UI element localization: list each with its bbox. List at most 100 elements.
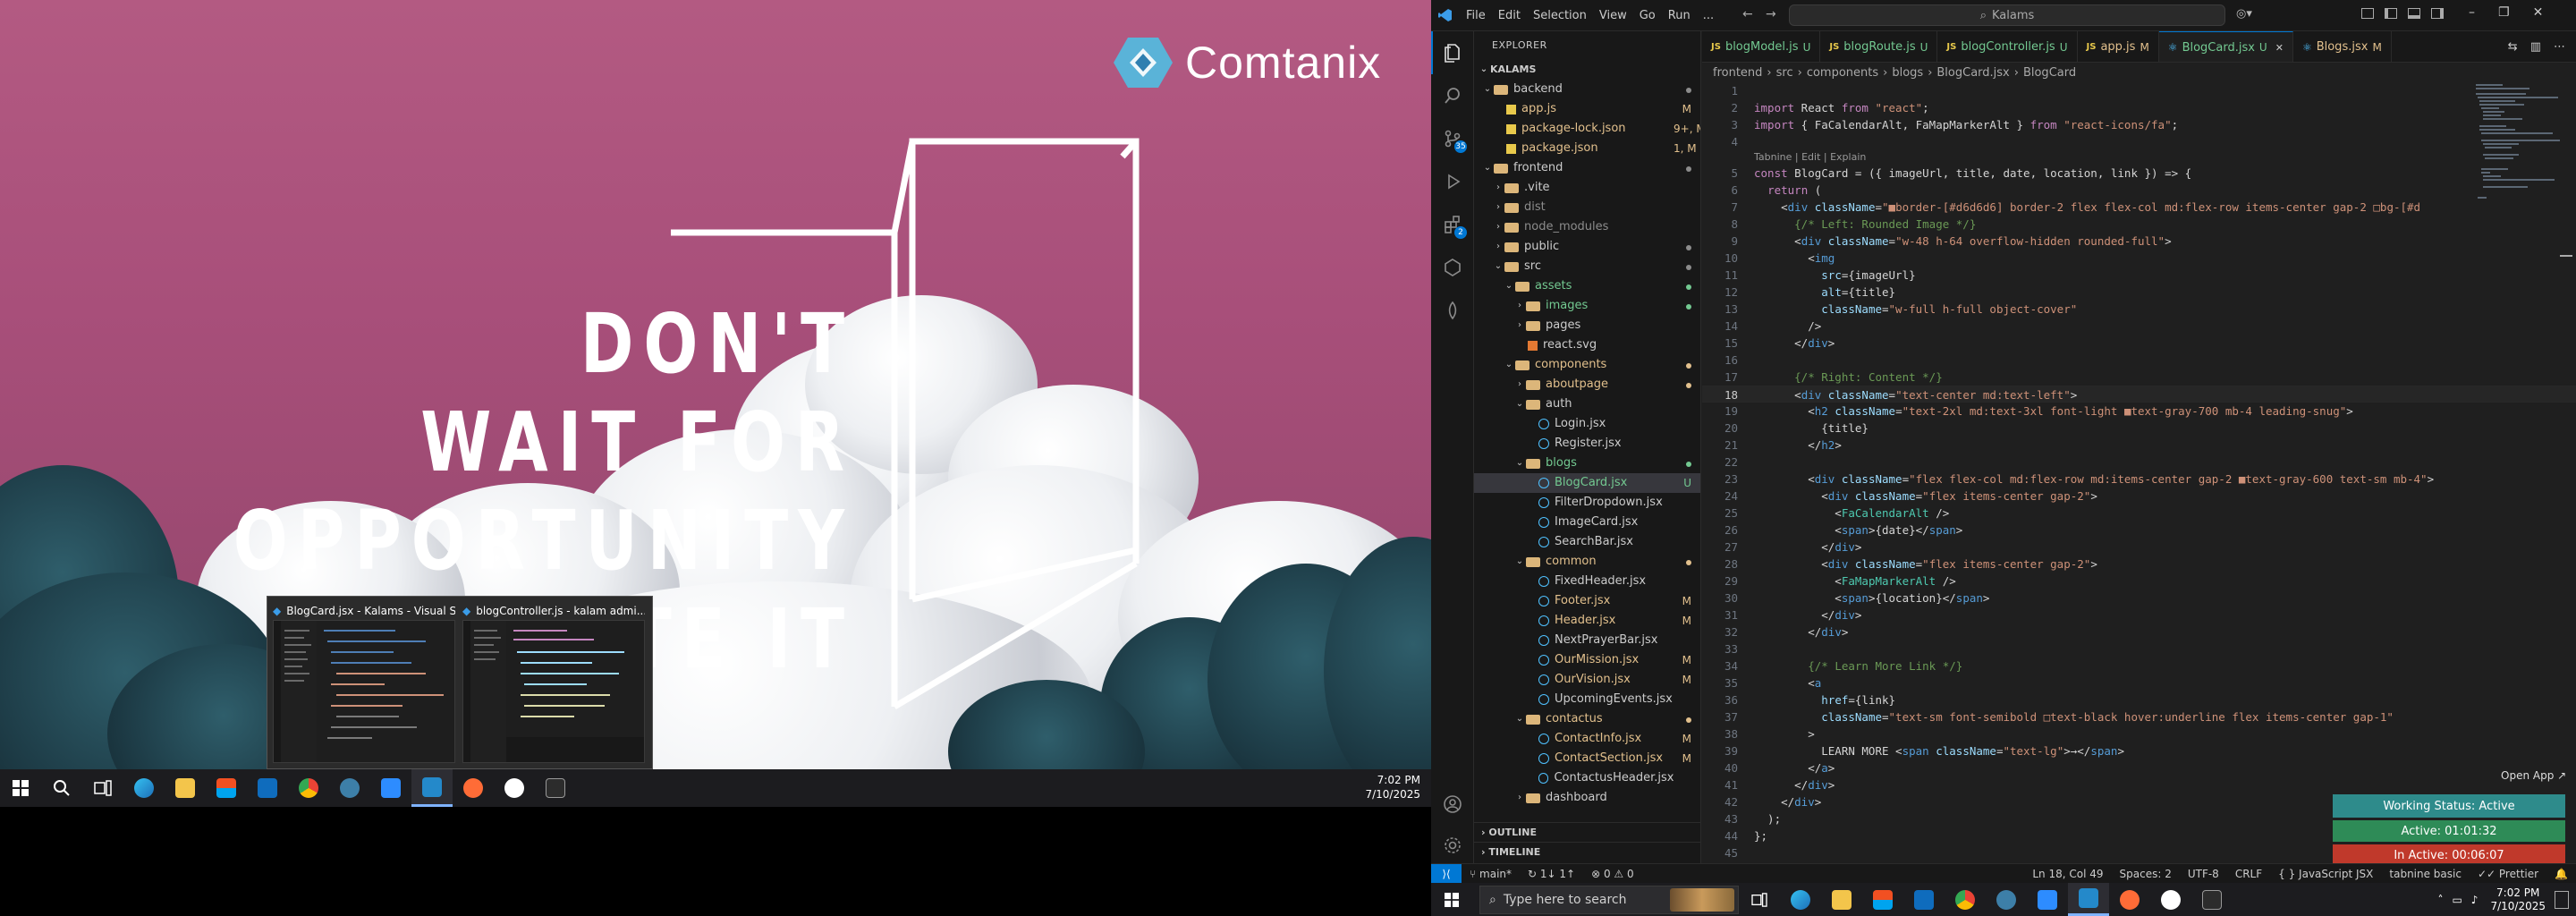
tree-file[interactable]: react.svg xyxy=(1474,335,1700,355)
code-line[interactable]: 22 xyxy=(1702,454,2576,471)
code-line[interactable]: 2 import React from "react"; xyxy=(1702,99,2576,116)
breadcrumb-item[interactable]: BlogCard.jsx xyxy=(1936,66,2009,80)
toggle-secondary-sidebar-icon[interactable] xyxy=(2431,8,2444,19)
code-line[interactable]: 8 {/* Left: Rounded Image */} xyxy=(1702,216,2576,233)
zoom-icon[interactable] xyxy=(370,769,411,807)
tree-folder[interactable]: › public xyxy=(1474,237,1700,257)
outlook-icon[interactable] xyxy=(1903,883,1945,916)
tree-file[interactable]: Register.jsx xyxy=(1474,434,1700,454)
vpn-icon[interactable] xyxy=(494,769,535,807)
code-line[interactable]: 36 href={link} xyxy=(1702,691,2576,708)
tree-file[interactable]: OurVision.jsx M xyxy=(1474,670,1700,690)
code-line[interactable]: 32 </div> xyxy=(1702,623,2576,640)
code-line[interactable]: 11 src={imageUrl} xyxy=(1702,267,2576,284)
minimap[interactable] xyxy=(2474,82,2563,208)
code-line[interactable]: 13 className="w-full h-full object-cover… xyxy=(1702,301,2576,318)
code-line[interactable]: 33 xyxy=(1702,640,2576,657)
settings-gear-icon[interactable] xyxy=(1431,824,1474,867)
system-clock-right[interactable]: 7:02 PM 7/10/2025 xyxy=(2490,886,2546,913)
tree-file[interactable]: Footer.jsx M xyxy=(1474,591,1700,611)
menu-run[interactable]: Run xyxy=(1662,9,1697,22)
close-tab-icon[interactable]: ✕ xyxy=(2275,42,2284,54)
file-explorer-icon[interactable] xyxy=(165,769,206,807)
code-line[interactable]: 34 {/* Learn More Link */} xyxy=(1702,657,2576,674)
postman-icon[interactable] xyxy=(453,769,494,807)
tree-file[interactable]: Login.jsx xyxy=(1474,414,1700,434)
compare-icon[interactable]: ⇆ xyxy=(2508,40,2518,54)
remote-explorer-icon[interactable] xyxy=(1431,246,1474,289)
terminal-icon[interactable] xyxy=(2191,883,2233,916)
code-line[interactable]: 38 > xyxy=(1702,725,2576,742)
chrome-icon[interactable] xyxy=(1945,883,1986,916)
edge-icon[interactable] xyxy=(1780,883,1821,916)
close-icon[interactable]: ✕ xyxy=(2533,5,2544,20)
restore-icon[interactable]: ❐ xyxy=(2498,5,2510,20)
layout-editor-icon[interactable] xyxy=(2361,8,2374,19)
menu-file[interactable]: File xyxy=(1460,9,1492,22)
tree-folder[interactable]: › dashboard xyxy=(1474,788,1700,808)
open-app-link[interactable]: Open App ↗ xyxy=(2501,769,2566,782)
code-line[interactable]: 25 <FaCalendarAlt /> xyxy=(1702,505,2576,522)
code-line[interactable]: 16 xyxy=(1702,352,2576,369)
taskbar-search-box[interactable]: ⌕ Type here to search xyxy=(1479,885,1739,914)
outlook-icon[interactable] xyxy=(247,769,288,807)
chrome-icon[interactable] xyxy=(288,769,329,807)
code-line[interactable]: 30 <span>{location}</span> xyxy=(1702,589,2576,606)
vscode-icon[interactable] xyxy=(411,769,453,807)
code-line[interactable]: 18 <div className="text-center md:text-l… xyxy=(1702,386,2576,403)
git-branch[interactable]: ⑂ main* xyxy=(1462,868,1520,880)
toggle-sidebar-icon[interactable] xyxy=(2385,8,2397,19)
editor-tab[interactable]: JS blogController.js U xyxy=(1937,31,2078,62)
code-line[interactable]: 1 xyxy=(1702,82,2576,99)
code-line[interactable]: 10 <img xyxy=(1702,250,2576,267)
tree-file[interactable]: NextPrayerBar.jsx xyxy=(1474,631,1700,650)
code-line[interactable]: 37 className="text-sm font-semibold □tex… xyxy=(1702,708,2576,725)
tree-folder[interactable]: › .vite xyxy=(1474,178,1700,198)
tabnine-status[interactable]: tabnine basic xyxy=(2381,868,2470,880)
mongodb-icon[interactable] xyxy=(1431,289,1474,332)
thumbnail-window-1[interactable]: ◆ BlogCard.jsx - Kalams - Visual S... xyxy=(273,602,455,763)
tree-folder[interactable]: ⌄ contactus xyxy=(1474,709,1700,729)
git-sync[interactable]: ↻ 1↓ 1↑ xyxy=(1520,868,1583,880)
edge-icon[interactable] xyxy=(123,769,165,807)
tree-folder[interactable]: ⌄ assets xyxy=(1474,276,1700,296)
tree-folder[interactable]: ⌄ components xyxy=(1474,355,1700,375)
code-line[interactable]: 39 LEARN MORE <span className="text-lg">… xyxy=(1702,742,2576,759)
breadcrumb-item[interactable]: components xyxy=(1807,66,1878,80)
code-line[interactable]: 28 <div className="flex items-center gap… xyxy=(1702,556,2576,572)
app-icon[interactable] xyxy=(329,769,370,807)
code-line[interactable]: 24 <div className="flex items-center gap… xyxy=(1702,488,2576,505)
tree-file[interactable]: package-lock.json 9+, M xyxy=(1474,119,1700,139)
start-icon[interactable] xyxy=(0,769,41,807)
store-icon[interactable] xyxy=(206,769,247,807)
nav-forward-icon[interactable]: → xyxy=(1766,7,1776,21)
code-line[interactable]: 9 <div className="w-48 h-64 overflow-hid… xyxy=(1702,233,2576,250)
tree-folder[interactable]: › node_modules xyxy=(1474,217,1700,237)
tree-file[interactable]: ContactSection.jsx M xyxy=(1474,749,1700,768)
code-line[interactable]: 35 <a xyxy=(1702,674,2576,691)
menu-edit[interactable]: Edit xyxy=(1492,9,1527,22)
copilot-icon[interactable]: ◎▾ xyxy=(2236,7,2252,21)
search-view-icon[interactable] xyxy=(1431,74,1474,117)
file-explorer-icon[interactable] xyxy=(1821,883,1862,916)
code-line[interactable]: 12 alt={title} xyxy=(1702,284,2576,301)
system-clock-left[interactable]: 7:02 PM 7/10/2025 xyxy=(1365,773,1420,802)
tree-folder[interactable]: ⌄ blogs xyxy=(1474,454,1700,473)
prettier-status[interactable]: ✓✓ Prettier xyxy=(2470,868,2546,880)
more-actions-icon[interactable]: ⋯ xyxy=(2554,40,2565,54)
store-icon[interactable] xyxy=(1862,883,1903,916)
notification-center-icon[interactable] xyxy=(2555,890,2569,909)
editor-tab[interactable]: JS blogRoute.js U xyxy=(1820,31,1938,62)
breadcrumb-item[interactable]: frontend xyxy=(1713,66,1762,80)
editor-tab[interactable]: ⚛ Blogs.jsx M xyxy=(2293,31,2392,62)
tree-file[interactable]: FilterDropdown.jsx xyxy=(1474,493,1700,513)
toggle-panel-icon[interactable] xyxy=(2408,8,2420,19)
code-line[interactable]: 23 <div className="flex flex-col md:flex… xyxy=(1702,471,2576,488)
problems-indicator[interactable]: ⊗ 0 ⚠ 0 xyxy=(1583,868,1642,880)
code-line[interactable]: 5 const BlogCard = ({ imageUrl, title, da… xyxy=(1702,165,2576,182)
tree-folder[interactable]: › pages xyxy=(1474,316,1700,335)
chevron-up-icon[interactable]: ˄ xyxy=(2437,894,2443,906)
editor-tab[interactable]: ⚛ BlogCard.jsx U ✕ xyxy=(2158,31,2293,62)
remote-indicator-icon[interactable]: ⟩⟨ xyxy=(1431,863,1462,884)
nav-back-icon[interactable]: ← xyxy=(1742,7,1753,21)
